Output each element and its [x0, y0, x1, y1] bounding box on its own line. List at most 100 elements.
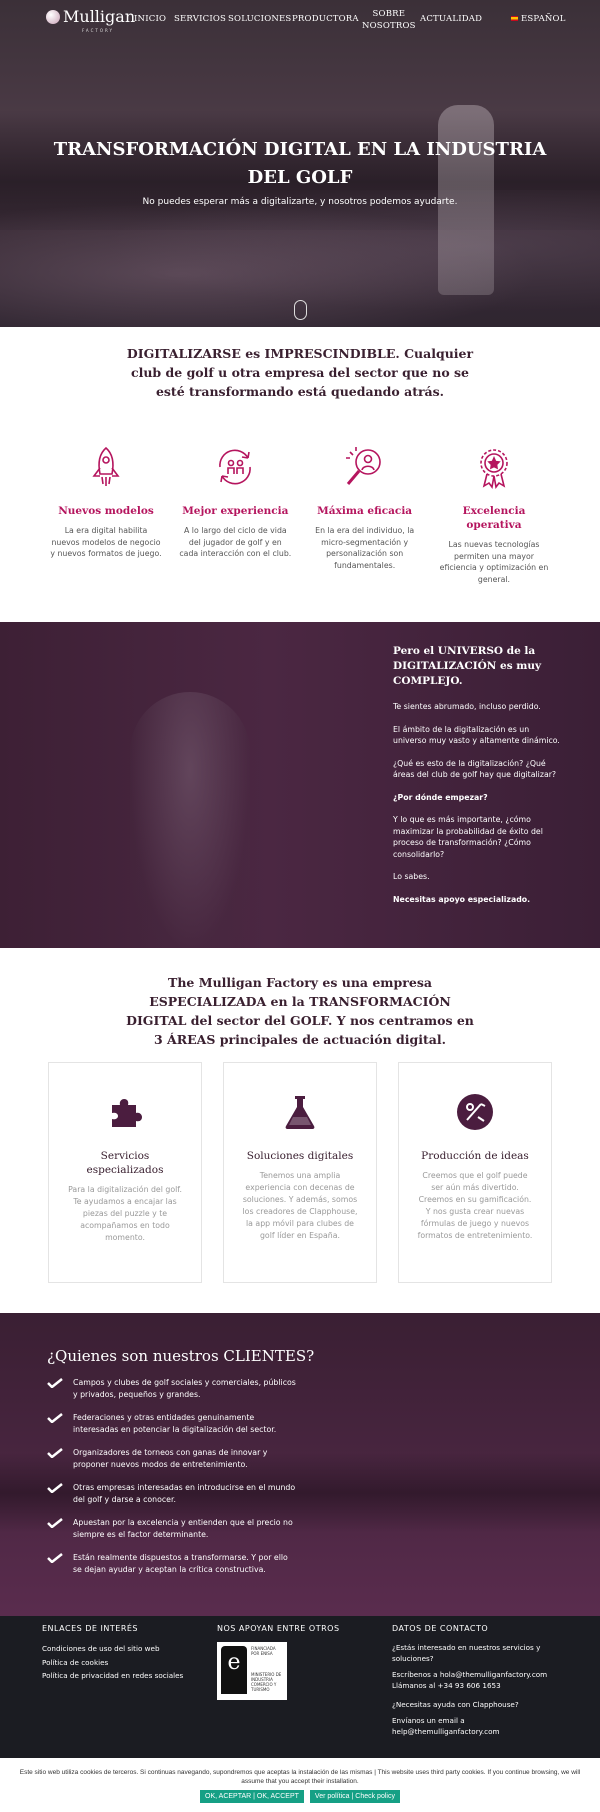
- card-text: Creemos que el golf puede ser aún más di…: [417, 1171, 533, 1240]
- universe-paragraph: Te sientes abrumado, incluso perdido.: [393, 702, 541, 711]
- nav-item-servicios[interactable]: SERVICIOS: [174, 14, 226, 24]
- card-text: Para la digitalización del golf. Te ayud…: [68, 1185, 182, 1242]
- footer-supporters-title: NOS APOYAN ENTRE OTROS: [217, 1624, 340, 1633]
- universe-paragraph: El ámbito de la digitalización es un uni…: [393, 724, 560, 746]
- contact-phone[interactable]: Llámanos al +34 93 606 1653: [392, 1680, 572, 1691]
- universe-paragraph: Necesitas apoyo especializado.: [393, 894, 531, 904]
- language-selector[interactable]: ESPAÑOL: [511, 14, 566, 24]
- footer-links-title: ENLACES DE INTERÉS: [42, 1624, 139, 1633]
- scroll-down-icon[interactable]: [294, 300, 307, 320]
- hero-subtitle: No puedes esperar más a digitalizarte, y…: [142, 197, 458, 207]
- flask-icon: [285, 1096, 315, 1129]
- list-item: Organizadores de torneos con ganas de in…: [47, 1447, 297, 1470]
- rocket-icon: [92, 446, 120, 486]
- check-icon: [47, 1553, 63, 1563]
- experience-cycle-icon: [219, 449, 252, 485]
- puzzle-icon: [112, 1099, 142, 1127]
- hero-title: TRANSFORMACIÓN DIGITAL EN LA INDUSTRIA D…: [53, 139, 547, 188]
- universe-title: Pero el UNIVERSO de la DIGITALIZACIÓN es…: [393, 645, 542, 687]
- feature-title: Nuevos modelos: [58, 505, 154, 517]
- check-icon: [47, 1413, 63, 1423]
- list-item: Apuestan por la excelencia y entienden q…: [47, 1517, 297, 1540]
- check-icon: [47, 1378, 63, 1388]
- clients-section: ¿Quienes son nuestros CLIENTES? Campos y…: [0, 1313, 600, 1616]
- footer-link-conditions[interactable]: Condiciones de uso del sitio web: [42, 1642, 192, 1656]
- magnifier-user-icon: [345, 447, 381, 485]
- golfer-swing-image: [130, 692, 250, 948]
- cookie-accept-button[interactable]: OK, ACEPTAR | OK, ACCEPT: [200, 1790, 304, 1803]
- logo-name: Mulligan: [63, 7, 136, 26]
- enisa-logo[interactable]: e FINANCIADA POR ENISA MINISTERIO DE IND…: [217, 1642, 287, 1700]
- client-text: Campos y clubes de golf sociales y comer…: [73, 1378, 296, 1399]
- footer-link-privacy[interactable]: Política de privacidad en redes sociales: [42, 1669, 192, 1683]
- feature-nuevos-modelos: Nuevos modelos La era digital habilita n…: [50, 444, 162, 585]
- nav-item-productora[interactable]: PRODUCTORA: [292, 14, 359, 24]
- client-text: Federaciones y otras entidades genuiname…: [73, 1413, 277, 1434]
- golf-idea-icon: [457, 1094, 493, 1130]
- feature-title: Excelencia operativa: [462, 505, 526, 531]
- card-title: Producción de ideas: [421, 1150, 529, 1162]
- feature-excelencia-operativa: Excelencia operativa Las nuevas tecnolog…: [438, 444, 550, 585]
- clients-title: ¿Quienes son nuestros CLIENTES?: [47, 1347, 315, 1365]
- universe-paragraph: ¿Por dónde empezar?: [393, 792, 488, 802]
- medal-icon: [480, 449, 508, 489]
- footer-supporters: NOS APOYAN ENTRE OTROS e FINANCIADA POR …: [217, 1624, 347, 1700]
- feature-text: La era digital habilita nuevos modelos d…: [50, 526, 162, 558]
- universe-paragraph: Y lo que es más importante, ¿cómo maximi…: [393, 815, 543, 859]
- feature-mejor-experiencia: Mejor experiencia A lo largo del ciclo d…: [179, 444, 291, 585]
- contact-question-2: ¿Necesitas ayuda con Clapphouse?: [392, 1700, 519, 1709]
- enisa-bottom-text: MINISTERIO DE INDUSTRIA COMERCIO Y TURIS…: [251, 1672, 282, 1692]
- areas-cards: Servicios especializados Para la digital…: [48, 1062, 552, 1283]
- universe-paragraph: ¿Qué es esto de la digitalización? ¿Qué …: [393, 758, 557, 780]
- nav-item-nosotros: NOSOTROS: [362, 21, 416, 31]
- card-title: Soluciones digitales: [246, 1150, 354, 1162]
- contact-help-email[interactable]: Envíanos un email a help@themulliganfact…: [392, 1715, 572, 1737]
- language-label: ESPAÑOL: [521, 14, 566, 24]
- nav-item-sobre: SOBRE: [372, 9, 406, 19]
- feature-maxima-eficacia: Máxima eficacia En la era del individuo,…: [309, 444, 421, 585]
- client-text: Organizadores de torneos con ganas de in…: [73, 1448, 268, 1469]
- logo[interactable]: Mulligan FACTORY: [46, 7, 136, 33]
- list-item: Otras empresas interesadas en introducir…: [47, 1482, 297, 1505]
- card-soluciones[interactable]: Soluciones digitales Tenemos una amplia …: [223, 1062, 377, 1283]
- check-icon: [47, 1448, 63, 1458]
- card-title: Servicios especializados: [86, 1150, 164, 1176]
- universe-paragraph: Lo sabes.: [393, 872, 430, 881]
- card-produccion[interactable]: Producción de ideas Creemos que el golf …: [398, 1062, 552, 1283]
- feature-title: Mejor experiencia: [182, 505, 289, 517]
- enisa-e-mark: e: [221, 1646, 247, 1694]
- intro-heading: DIGITALIZARSE es IMPRESCINDIBLE. Cualqui…: [126, 346, 474, 399]
- universe-section: Pero el UNIVERSO de la DIGITALIZACIÓN es…: [0, 622, 600, 948]
- card-text: Tenemos una amplia experiencia con decen…: [242, 1171, 358, 1240]
- nav-item-inicio[interactable]: INICIO: [134, 14, 166, 24]
- list-item: Federaciones y otras entidades genuiname…: [47, 1412, 297, 1435]
- feature-title: Máxima eficacia: [317, 505, 413, 517]
- nav-item-soluciones[interactable]: SOLUCIONES: [228, 14, 291, 24]
- contact-question-1: ¿Estás interesado en nuestros servicios …: [392, 1643, 541, 1663]
- footer-contact-title: DATOS DE CONTACTO: [392, 1624, 489, 1633]
- feature-text: Las nuevas tecnologías permiten una mayo…: [439, 540, 549, 584]
- cookie-bar: Este sitio web utiliza cookies de tercer…: [0, 1758, 600, 1812]
- spain-flag-icon: [511, 16, 518, 21]
- footer-link-cookies[interactable]: Política de cookies: [42, 1656, 192, 1670]
- check-icon: [47, 1518, 63, 1528]
- nav-item-actualidad[interactable]: ACTUALIDAD: [420, 14, 482, 24]
- nav-item-sobre-nosotros[interactable]: SOBRE NOSOTROS: [362, 8, 416, 32]
- logo-sub: FACTORY: [82, 28, 114, 33]
- card-servicios[interactable]: Servicios especializados Para la digital…: [48, 1062, 202, 1283]
- client-text: Apuestan por la excelencia y entienden q…: [73, 1518, 293, 1539]
- clients-list: Campos y clubes de golf sociales y comer…: [47, 1377, 297, 1587]
- feature-text: En la era del individuo, la micro-segmen…: [315, 526, 415, 570]
- list-item: Están realmente dispuestos a transformar…: [47, 1552, 297, 1575]
- footer: ENLACES DE INTERÉS Condiciones de uso de…: [0, 1616, 600, 1758]
- footer-contact: DATOS DE CONTACTO ¿Estás interesado en n…: [392, 1624, 572, 1737]
- check-icon: [47, 1483, 63, 1493]
- hero-section: Mulligan FACTORY INICIO SERVICIOS SOLUCI…: [0, 0, 600, 327]
- list-item: Campos y clubes de golf sociales y comer…: [47, 1377, 297, 1400]
- contact-email[interactable]: Escríbenos a hola@themulliganfactory.com: [392, 1669, 572, 1680]
- features-row: Nuevos modelos La era digital habilita n…: [50, 444, 550, 585]
- enisa-top-text: FINANCIADA POR ENISA: [251, 1646, 276, 1656]
- golf-ball-icon: [46, 10, 60, 24]
- cookie-policy-button[interactable]: Ver política | Check policy: [309, 1790, 400, 1803]
- client-text: Están realmente dispuestos a transformar…: [73, 1553, 288, 1574]
